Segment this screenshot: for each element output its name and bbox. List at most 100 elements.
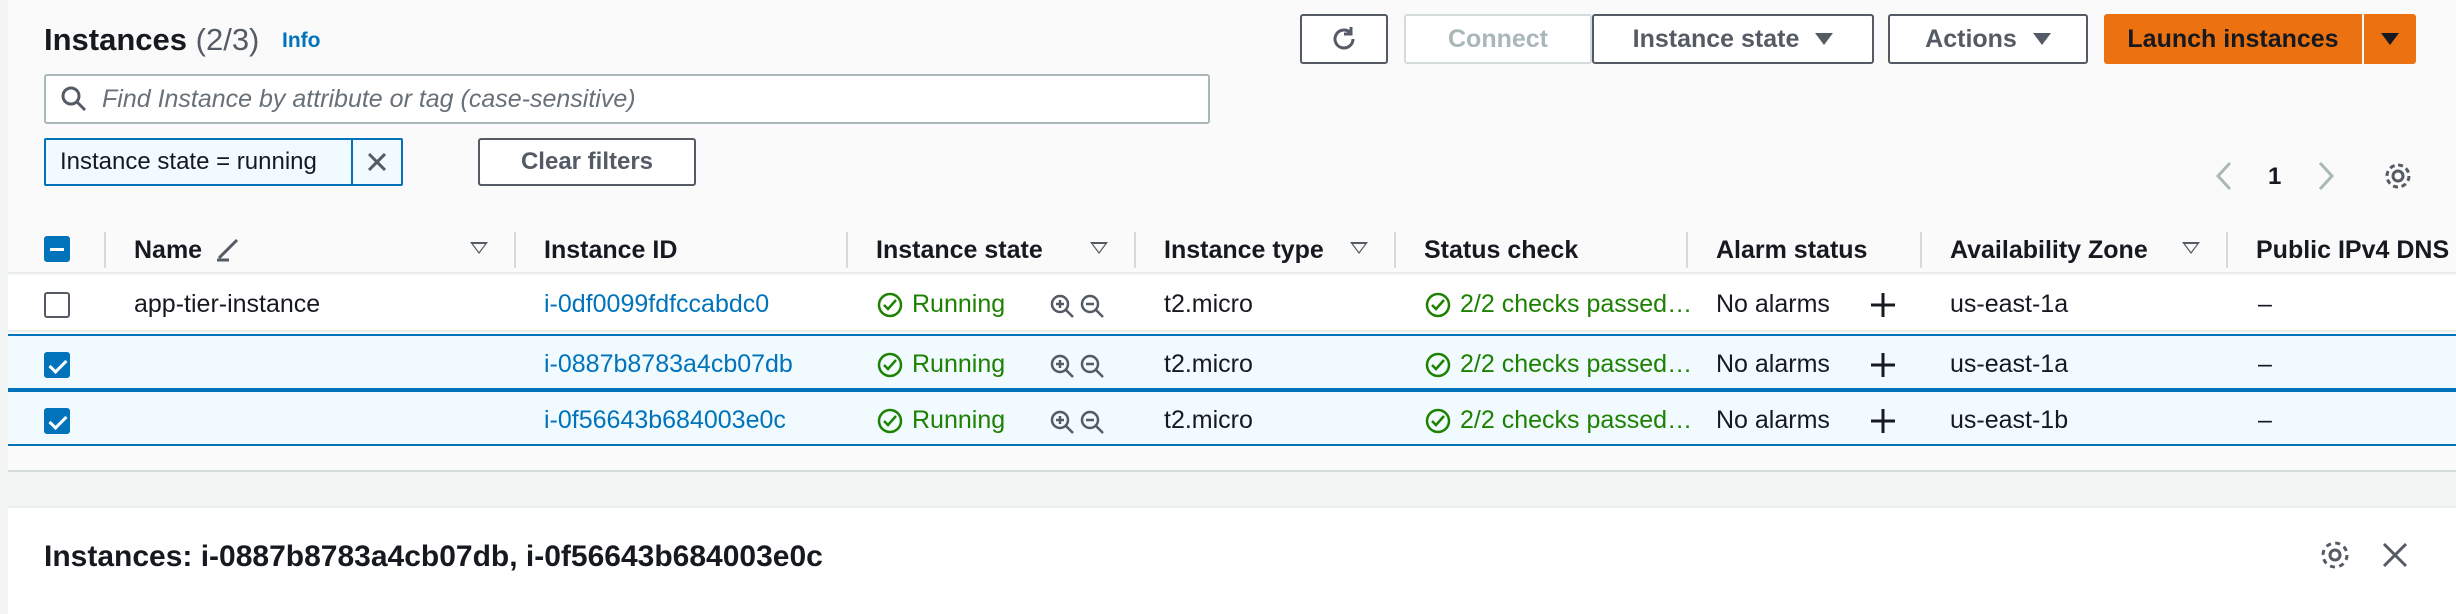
add-alarm-icon[interactable] [1868, 290, 1898, 320]
zoom-in-icon[interactable] [1048, 408, 1076, 436]
column-divider [1686, 232, 1688, 268]
alarm-status: No alarms [1716, 350, 1830, 378]
zoom-out-icon[interactable] [1078, 408, 1106, 436]
search-input[interactable] [102, 84, 1182, 114]
title-text: Instances [44, 22, 188, 57]
previous-page-icon[interactable] [2214, 160, 2234, 192]
clear-filters-label: Clear filters [520, 148, 654, 175]
column-header-instance-id[interactable]: Instance ID [544, 236, 677, 265]
zoom-out-icon[interactable] [1078, 292, 1106, 320]
select-all-checkbox[interactable] [44, 236, 70, 262]
table-header: Name Instance ID Instance state Instance… [8, 224, 2456, 274]
instance-id-link[interactable]: i-0df0099fdfccabdc0 [544, 290, 769, 319]
clear-filters-button[interactable]: Clear filters [478, 138, 696, 186]
launch-options-dropdown[interactable] [2364, 14, 2416, 64]
column-header-name[interactable]: Name [134, 236, 243, 265]
connect-label: Connect [1448, 24, 1548, 53]
column-header-public-dns[interactable]: Public IPv4 DNS [2256, 236, 2449, 265]
selection-count: (2/3) [195, 22, 260, 57]
column-divider [514, 232, 516, 268]
info-link[interactable]: Info [282, 29, 320, 52]
instance-name: app-tier-instance [134, 290, 321, 318]
check-circle-icon [1425, 352, 1451, 377]
table-row[interactable]: i-0887b8783a4cb07db Running t2.micro 2/2… [8, 334, 2456, 390]
filter-token-label: Instance state = running [60, 148, 317, 175]
alarm-status: No alarms [1716, 290, 1830, 318]
page-number[interactable]: 1 [2268, 163, 2281, 191]
filter-token: Instance state = running [44, 138, 403, 186]
sort-icon[interactable] [1350, 242, 1368, 254]
instance-type: t2.micro [1164, 406, 1253, 434]
check-circle-icon [877, 408, 903, 433]
launch-instances-button[interactable]: Launch instances [2104, 14, 2362, 64]
instance-state-text: Running [912, 350, 1006, 378]
availability-zone: us-east-1a [1950, 290, 2069, 318]
instance-state-cell: Running [876, 290, 1005, 319]
availability-zone: us-east-1a [1950, 350, 2069, 378]
row-checkbox[interactable] [44, 408, 70, 434]
instance-state-text: Running [912, 406, 1006, 434]
remove-filter-button[interactable] [351, 140, 401, 184]
gear-icon[interactable] [2382, 160, 2414, 192]
instance-id-link[interactable]: i-0887b8783a4cb07db [544, 350, 793, 379]
column-header-name-label: Name [134, 236, 203, 264]
detail-panel-title: Instances: i-0887b8783a4cb07db, i-0f5664… [44, 540, 823, 573]
status-check-text: 2/2 checks passed… [1460, 350, 1693, 378]
close-icon [367, 152, 387, 172]
column-header-instance-type[interactable]: Instance type [1164, 236, 1324, 265]
column-divider [1920, 232, 1922, 268]
column-divider [104, 232, 106, 268]
instance-type: t2.micro [1164, 290, 1253, 318]
close-icon[interactable] [2380, 540, 2410, 570]
row-checkbox[interactable] [44, 292, 70, 318]
check-circle-icon [1425, 292, 1451, 317]
refresh-button[interactable] [1300, 14, 1388, 64]
zoom-in-icon[interactable] [1048, 352, 1076, 380]
check-circle-icon [877, 292, 903, 317]
zoom-out-icon[interactable] [1078, 352, 1106, 380]
column-header-instance-state[interactable]: Instance state [876, 236, 1043, 265]
search-icon [61, 86, 87, 112]
sort-icon[interactable] [1090, 242, 1108, 254]
instance-state-text: Running [912, 290, 1006, 318]
table-row[interactable]: app-tier-instance i-0df0099fdfccabdc0 Ru… [8, 276, 2456, 332]
instance-state-cell: Running [876, 406, 1005, 435]
gear-icon[interactable] [2318, 538, 2352, 572]
public-dns: – [2258, 406, 2272, 434]
column-divider [2226, 232, 2228, 268]
connect-button[interactable]: Connect [1404, 14, 1592, 64]
column-header-availability-zone[interactable]: Availability Zone [1950, 236, 2148, 265]
zoom-in-icon[interactable] [1048, 292, 1076, 320]
instance-type: t2.micro [1164, 350, 1253, 378]
status-check-cell[interactable]: 2/2 checks passed… [1424, 290, 1692, 319]
split-panel-divider[interactable] [8, 470, 2456, 506]
actions-label: Actions [1925, 24, 2017, 53]
add-alarm-icon[interactable] [1868, 350, 1898, 380]
column-divider [1134, 232, 1136, 268]
page-title: Instances (2/3) Info [44, 22, 321, 58]
caret-down-icon [2032, 33, 2051, 45]
actions-dropdown[interactable]: Actions [1888, 14, 2088, 64]
instance-state-dropdown[interactable]: Instance state [1592, 14, 1874, 64]
search-bar[interactable] [44, 74, 1210, 124]
table-row[interactable]: i-0f56643b684003e0c Running t2.micro 2/2… [8, 390, 2456, 446]
check-circle-icon [877, 352, 903, 377]
next-page-icon[interactable] [2316, 160, 2336, 192]
column-header-status-check[interactable]: Status check [1424, 236, 1578, 265]
public-dns: – [2258, 290, 2272, 318]
instance-id-link[interactable]: i-0f56643b684003e0c [544, 406, 786, 435]
status-check-cell[interactable]: 2/2 checks passed… [1424, 406, 1692, 435]
alarm-status: No alarms [1716, 406, 1830, 434]
check-circle-icon [1425, 408, 1451, 433]
add-alarm-icon[interactable] [1868, 406, 1898, 436]
row-checkbox[interactable] [44, 352, 70, 378]
sort-icon[interactable] [2182, 242, 2200, 254]
edit-pencil-icon [217, 238, 239, 262]
status-check-cell[interactable]: 2/2 checks passed… [1424, 350, 1692, 379]
availability-zone: us-east-1b [1950, 406, 2069, 434]
refresh-icon [1333, 27, 1355, 50]
sort-icon[interactable] [470, 242, 488, 254]
column-header-alarm-status[interactable]: Alarm status [1716, 236, 1867, 265]
column-divider [846, 232, 848, 268]
status-check-text: 2/2 checks passed… [1460, 406, 1693, 434]
